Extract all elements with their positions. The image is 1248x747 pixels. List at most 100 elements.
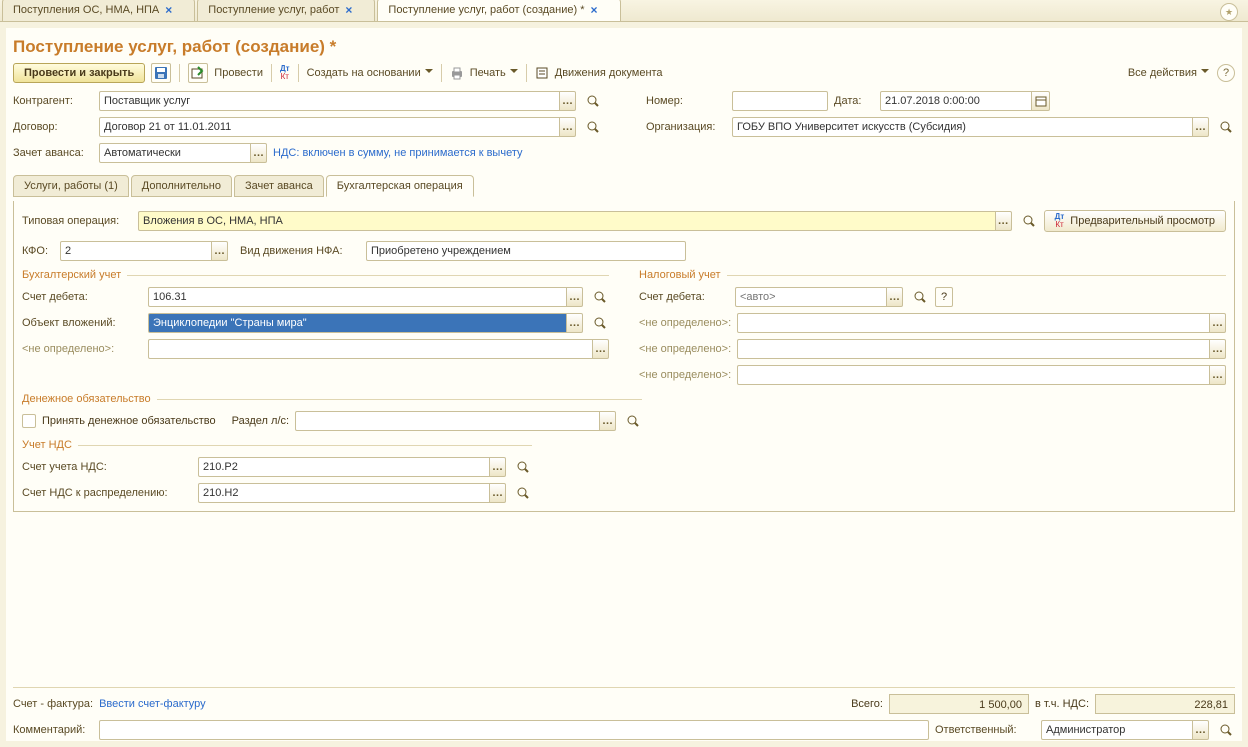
help-button[interactable]: ?	[935, 287, 953, 307]
all-actions-menu[interactable]: Все действия	[1128, 67, 1209, 79]
post-link[interactable]: Провести	[214, 67, 263, 79]
label-invoice: Счет - фактура:	[13, 698, 93, 710]
contract-input[interactable]	[99, 117, 560, 137]
ellipsis-button[interactable]: …	[490, 483, 506, 503]
advance-input[interactable]	[99, 143, 251, 163]
form-body: Контрагент: … Договор: … Зачет аванса: ……	[7, 91, 1241, 740]
vat-info-link[interactable]: НДС: включен в сумму, не принимается к в…	[273, 147, 522, 159]
undef-tax-3[interactable]: …	[737, 365, 1226, 385]
ellipsis-button[interactable]: …	[490, 457, 506, 477]
org-input[interactable]	[732, 117, 1193, 137]
responsible-input[interactable]	[1041, 720, 1193, 740]
label-comment: Комментарий:	[13, 724, 93, 736]
close-icon[interactable]: ×	[591, 3, 598, 17]
label-contragent: Контрагент:	[13, 95, 93, 107]
calendar-icon[interactable]	[1032, 91, 1050, 111]
save-button[interactable]	[151, 63, 171, 83]
search-icon[interactable]	[584, 91, 602, 111]
ellipsis-button[interactable]: …	[567, 287, 583, 307]
ellipsis-button[interactable]: …	[1210, 365, 1226, 385]
favorite-button[interactable]: ★	[1220, 3, 1238, 21]
label-contract: Договор:	[13, 121, 93, 133]
ellipsis-button[interactable]: …	[560, 117, 576, 137]
search-icon[interactable]	[1217, 117, 1235, 137]
ellipsis-button[interactable]: …	[212, 241, 228, 261]
contragent-input[interactable]	[99, 91, 560, 111]
undef-tax-1[interactable]: …	[737, 313, 1226, 333]
kfo-input[interactable]	[60, 241, 212, 261]
ellipsis-button[interactable]: …	[996, 211, 1012, 231]
search-icon[interactable]	[514, 457, 532, 477]
tab-receipt-svc[interactable]: Поступление услуг, работ×	[197, 0, 375, 21]
tab-services[interactable]: Услуги, работы (1)	[13, 175, 129, 197]
typical-op-input[interactable]	[138, 211, 996, 231]
advance-field[interactable]: …	[99, 143, 267, 163]
tax-debit-input[interactable]	[735, 287, 887, 307]
footer: Счет - фактура: Ввести счет-фактуру Всег…	[13, 687, 1235, 740]
ellipsis-button[interactable]: …	[1193, 720, 1209, 740]
tab-receipt-svc-create[interactable]: Поступление услуг, работ (создание) *×	[377, 0, 620, 21]
ellipsis-button[interactable]: …	[567, 313, 583, 333]
print-menu[interactable]: Печать	[470, 67, 518, 79]
vat-dist-input[interactable]	[198, 483, 490, 503]
vat-dist-field[interactable]: …	[198, 483, 506, 503]
post-and-close-button[interactable]: Провести и закрыть	[13, 63, 145, 83]
ellipsis-button[interactable]: …	[560, 91, 576, 111]
tab-advance-offset[interactable]: Зачет аванса	[234, 175, 324, 197]
razdel-field[interactable]: …	[295, 411, 616, 431]
search-icon[interactable]	[591, 287, 609, 307]
vat-account-input[interactable]	[198, 457, 490, 477]
obj-input[interactable]	[148, 313, 567, 333]
search-icon[interactable]	[591, 313, 609, 333]
ellipsis-button[interactable]: …	[1210, 313, 1226, 333]
tax-debit-field[interactable]: …	[735, 287, 903, 307]
search-icon[interactable]	[624, 411, 642, 431]
search-icon[interactable]	[514, 483, 532, 503]
legend-monetary: Денежное обязательство	[22, 393, 642, 405]
ellipsis-button[interactable]: …	[1210, 339, 1226, 359]
document-moves-link[interactable]: Движения документа	[555, 67, 663, 79]
search-icon[interactable]	[911, 287, 929, 307]
obj-field[interactable]: …	[148, 313, 583, 333]
comment-input[interactable]	[99, 720, 929, 740]
tab-os-nma[interactable]: Поступления ОС, НМА, НПА×	[2, 0, 195, 21]
label-razdel: Раздел л/с:	[232, 415, 289, 427]
ellipsis-button[interactable]: …	[600, 411, 616, 431]
post-icon-button[interactable]	[188, 63, 208, 83]
number-input[interactable]	[732, 91, 828, 111]
label-advance: Зачет аванса:	[13, 147, 93, 159]
ellipsis-button[interactable]: …	[1193, 117, 1209, 137]
diskette-icon	[154, 66, 168, 80]
date-input[interactable]	[880, 91, 1032, 111]
close-icon[interactable]: ×	[165, 3, 172, 17]
ellipsis-button[interactable]: …	[251, 143, 267, 163]
tab-accounting-op[interactable]: Бухгалтерская операция	[326, 175, 474, 197]
app-window: Поступления ОС, НМА, НПА× Поступление ус…	[0, 0, 1248, 747]
close-icon[interactable]: ×	[345, 3, 352, 17]
contragent-field[interactable]: …	[99, 91, 576, 111]
contract-field[interactable]: …	[99, 117, 576, 137]
org-field[interactable]: …	[732, 117, 1209, 137]
create-based-on-menu[interactable]: Создать на основании	[307, 67, 433, 79]
date-field[interactable]	[880, 91, 1050, 111]
ellipsis-button[interactable]: …	[593, 339, 609, 359]
nfa-move-input[interactable]	[366, 241, 686, 261]
responsible-field[interactable]: …	[1041, 720, 1209, 740]
undef-tax-2[interactable]: …	[737, 339, 1226, 359]
take-monetary-checkbox[interactable]	[22, 414, 36, 428]
typical-op-field[interactable]: …	[138, 211, 1012, 231]
acct-debit-input[interactable]	[148, 287, 567, 307]
search-icon[interactable]	[584, 117, 602, 137]
vat-account-field[interactable]: …	[198, 457, 506, 477]
dtkt-icon[interactable]: ДтКт	[280, 65, 290, 81]
acct-debit-field[interactable]: …	[148, 287, 583, 307]
ellipsis-button[interactable]: …	[887, 287, 903, 307]
help-button[interactable]: ?	[1217, 64, 1235, 82]
preview-button[interactable]: ДтКт Предварительный просмотр	[1044, 210, 1226, 232]
kfo-field[interactable]: …	[60, 241, 228, 261]
search-icon[interactable]	[1020, 211, 1038, 231]
tab-additional[interactable]: Дополнительно	[131, 175, 232, 197]
enter-invoice-link[interactable]: Ввести счет-фактуру	[99, 698, 206, 710]
search-icon[interactable]	[1217, 720, 1235, 740]
undef-field[interactable]: …	[148, 339, 609, 359]
